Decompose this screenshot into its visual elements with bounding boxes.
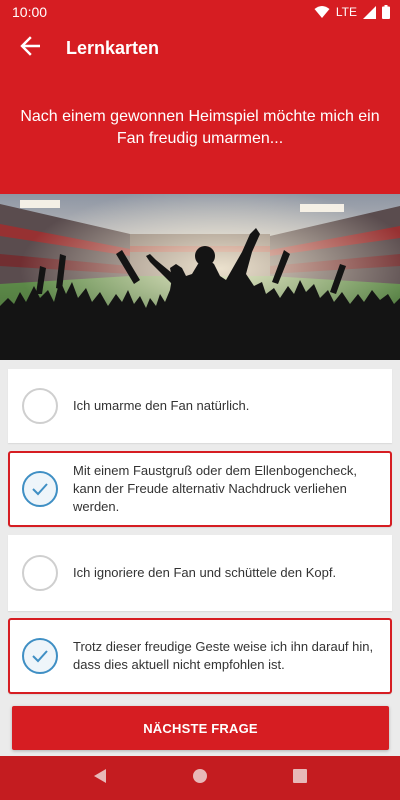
question-text: Nach einem gewonnen Heimspiel möchte mic… <box>20 108 380 147</box>
answer-text: Ich ignoriere den Fan und schüttele den … <box>73 565 337 580</box>
nav-back-icon <box>93 768 107 789</box>
answer-text: Ich umarme den Fan natürlich. <box>73 398 250 413</box>
page-title: Lernkarten <box>66 37 160 58</box>
check-icon <box>22 471 58 507</box>
arrow-back-icon <box>20 35 41 61</box>
status-icons: LTE <box>314 5 390 19</box>
nav-back-button[interactable] <box>80 758 120 798</box>
status-bar: 10:00 LTE <box>0 0 400 24</box>
next-question-button[interactable]: NÄCHSTE FRAGE <box>12 706 389 750</box>
status-time: 10:00 <box>12 4 48 20</box>
radio-unchecked-icon <box>22 555 58 591</box>
nav-home-icon <box>192 768 208 789</box>
system-nav-bar <box>0 756 400 800</box>
app-bar: Lernkarten <box>0 24 400 72</box>
nav-recents-icon <box>293 768 307 788</box>
nav-home-button[interactable] <box>180 758 220 798</box>
wifi-icon <box>314 5 330 19</box>
answer-option-2[interactable]: Mit einem Faustgruß oder dem Ellenbogenc… <box>8 451 392 527</box>
question-panel: Nach einem gewonnen Heimspiel möchte mic… <box>0 72 400 194</box>
back-button[interactable] <box>0 24 56 72</box>
battery-icon <box>382 5 390 19</box>
network-type: LTE <box>335 5 357 19</box>
radio-unchecked-icon <box>22 388 58 424</box>
signal-icon <box>363 5 376 19</box>
nav-recents-button[interactable] <box>280 758 320 798</box>
answer-option-3[interactable]: Ich ignoriere den Fan und schüttele den … <box>8 535 392 611</box>
answer-text: Mit einem Faustgruß oder dem Ellenbogenc… <box>73 463 357 514</box>
answer-option-4[interactable]: Trotz dieser freudige Geste weise ich ih… <box>8 618 392 694</box>
stadium-image <box>0 194 400 360</box>
answer-text: Trotz dieser freudige Geste weise ich ih… <box>73 639 374 672</box>
answer-option-1[interactable]: Ich umarme den Fan natürlich. <box>8 369 392 443</box>
check-icon <box>22 638 58 674</box>
